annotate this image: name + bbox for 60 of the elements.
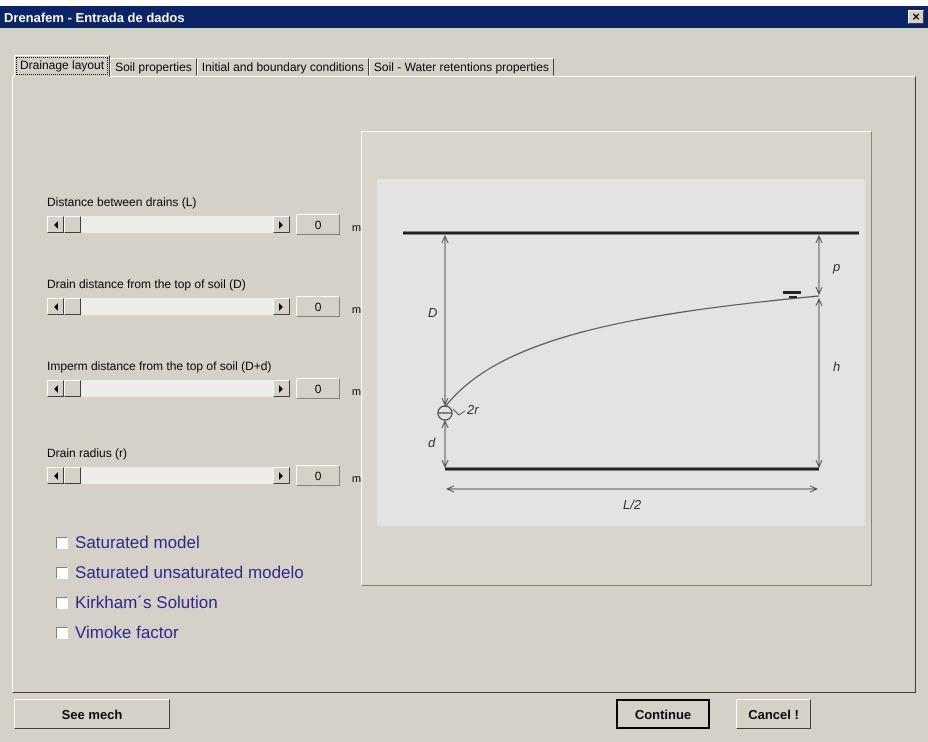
diagram-label: 2r: [467, 402, 479, 417]
slider-thumb[interactable]: [64, 298, 81, 315]
tab[interactable]: Soil - Water retentions properties: [368, 58, 554, 76]
dimension-arrow: [442, 420, 448, 468]
leader-line: [452, 408, 466, 416]
diagram-label: p: [833, 259, 840, 274]
drain-pipe-icon: [437, 405, 453, 421]
left-arrow-icon: [53, 384, 58, 392]
left-arrow-icon: [53, 472, 58, 480]
slider-label: Drain distance from the top of soil (D): [47, 277, 247, 293]
diagram-label: d: [428, 435, 436, 450]
slider-thumb[interactable]: [64, 467, 81, 484]
right-arrow-icon: [279, 220, 284, 228]
value-field[interactable]: 0: [296, 378, 340, 399]
unit-label: m: [352, 222, 361, 234]
scroll-left-button[interactable]: [47, 467, 64, 484]
tab[interactable]: Initial and boundary conditions: [196, 58, 369, 76]
unit-label: m: [352, 472, 361, 484]
dialog-button[interactable]: Cancel !: [736, 699, 811, 729]
scroll-left-button[interactable]: [47, 298, 64, 315]
checkbox[interactable]: [56, 627, 68, 639]
checkbox-label[interactable]: Saturated model: [75, 533, 200, 553]
diagram-label: h: [833, 359, 840, 374]
scroll-right-button[interactable]: [273, 467, 290, 484]
value-field[interactable]: 0: [296, 465, 340, 486]
close-button[interactable]: ×: [908, 10, 924, 24]
unit-label: m: [352, 304, 361, 316]
right-arrow-icon: [279, 302, 284, 310]
checkbox[interactable]: [56, 537, 68, 549]
slider-label: Drain radius (r): [47, 446, 128, 462]
diagram-label: D: [428, 305, 438, 320]
right-arrow-icon: [279, 472, 284, 480]
scroll-right-button[interactable]: [273, 216, 290, 233]
slider-label: Distance between drains (L): [47, 195, 198, 211]
left-arrow-icon: [53, 302, 58, 310]
tab[interactable]: Soil properties: [110, 58, 197, 76]
window-title: Drenafem - Entrada de dados: [4, 10, 185, 24]
value-field[interactable]: 0: [296, 214, 340, 235]
scroll-right-button[interactable]: [273, 380, 290, 397]
scroll-left-button[interactable]: [47, 380, 64, 397]
checkbox-label[interactable]: Kirkham´s Solution: [75, 593, 218, 613]
value-field[interactable]: 0: [296, 296, 340, 317]
diagram-label: L/2: [623, 497, 642, 512]
scroll-left-button[interactable]: [47, 216, 64, 233]
slider-label: Imperm distance from the top of soil (D+d): [47, 359, 272, 375]
checkbox-label[interactable]: Vimoke factor: [75, 623, 179, 643]
unit-label: m: [352, 386, 361, 398]
water-level-icon: [783, 291, 801, 298]
checkbox[interactable]: [56, 597, 68, 609]
checkbox[interactable]: [56, 567, 68, 579]
dialog-button[interactable]: Continue: [616, 699, 710, 729]
left-arrow-icon: [53, 220, 58, 228]
dialog-button[interactable]: See mech: [14, 699, 170, 729]
right-arrow-icon: [279, 384, 284, 392]
checkbox-label[interactable]: Saturated unsaturated modelo: [75, 563, 304, 583]
dimension-arrow: [816, 236, 822, 294]
slider-thumb[interactable]: [64, 216, 81, 233]
tab[interactable]: Drainage layout: [14, 55, 110, 77]
slider-thumb[interactable]: [64, 380, 81, 397]
scroll-right-button[interactable]: [273, 298, 290, 315]
